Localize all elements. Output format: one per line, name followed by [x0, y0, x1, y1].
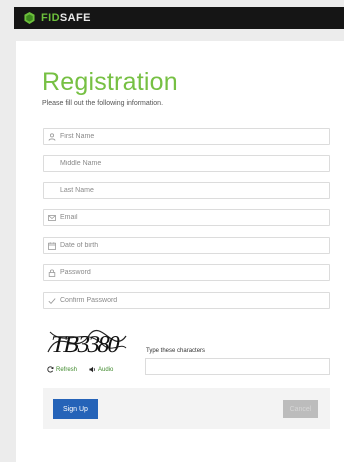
form-footer: Sign Up Cancel — [43, 388, 330, 429]
captcha-prompt: Type these characters — [146, 348, 206, 354]
captcha-audio-label: Audio — [98, 366, 114, 373]
shield-logo-icon — [24, 12, 35, 24]
captcha-image: TB3380 — [46, 322, 128, 362]
brand-name: FIDSAFE — [41, 12, 91, 24]
middle-name-field[interactable] — [43, 155, 330, 172]
registration-card: Registration Please fill out the followi… — [16, 41, 344, 462]
captcha-characters: TB3380 — [48, 331, 122, 358]
date-of-birth-field[interactable] — [43, 237, 330, 254]
password-field[interactable] — [43, 264, 330, 281]
confirm-password-input[interactable] — [60, 293, 325, 308]
check-icon — [48, 298, 56, 305]
email-field[interactable] — [43, 209, 330, 226]
brand-name-fid: FID — [41, 12, 60, 24]
top-bar: FIDSAFE — [14, 7, 344, 29]
captcha-field[interactable] — [145, 358, 330, 378]
captcha-refresh-link[interactable]: Refresh — [47, 366, 77, 373]
captcha-refresh-label: Refresh — [56, 366, 78, 373]
confirm-password-field[interactable] — [43, 292, 330, 309]
password-input[interactable] — [60, 265, 325, 280]
captcha-audio-link[interactable]: Audio — [89, 366, 113, 373]
last-name-input[interactable] — [60, 183, 325, 198]
captcha-input[interactable] — [146, 363, 329, 378]
brand-name-safe: SAFE — [59, 12, 91, 24]
user-icon — [48, 133, 56, 141]
date-of-birth-input[interactable] — [60, 238, 325, 253]
page-title: Registration — [42, 68, 178, 96]
cancel-button[interactable]: Cancel — [283, 400, 318, 418]
envelope-icon — [48, 215, 56, 221]
refresh-icon — [47, 366, 54, 373]
page-subtitle: Please fill out the following informatio… — [42, 100, 164, 107]
first-name-field[interactable] — [43, 128, 330, 145]
middle-name-input[interactable] — [60, 156, 325, 171]
speaker-icon — [89, 366, 95, 373]
last-name-field[interactable] — [43, 182, 330, 199]
first-name-input[interactable] — [60, 129, 325, 144]
lock-icon — [48, 269, 56, 277]
sign-up-button[interactable]: Sign Up — [53, 399, 98, 419]
calendar-icon — [48, 242, 56, 250]
email-input[interactable] — [60, 210, 325, 225]
